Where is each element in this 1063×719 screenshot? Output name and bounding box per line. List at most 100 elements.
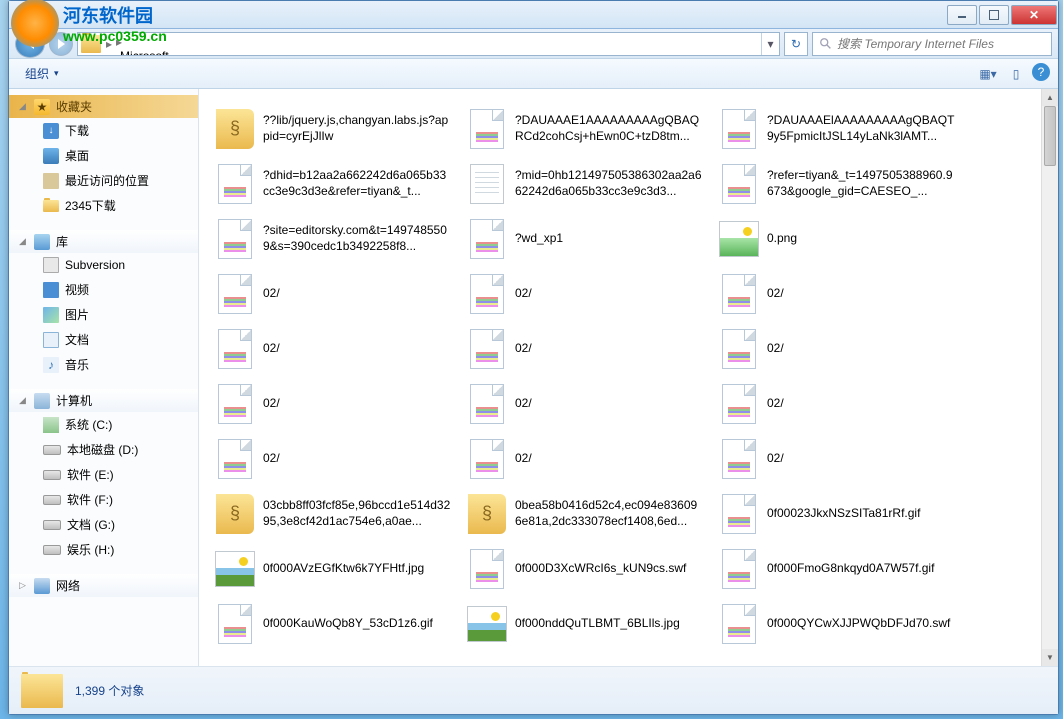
file-item[interactable]: 02/ [207,431,459,486]
sidebar-libraries-header[interactable]: ◢ 库 [9,230,198,253]
organize-button[interactable]: 组织 [17,62,67,85]
scrollbar[interactable]: ▲ ▼ [1041,89,1058,666]
sidebar-item-label: 音乐 [65,356,89,373]
file-item[interactable]: 02/ [711,266,963,321]
scroll-thumb[interactable] [1044,106,1056,166]
toolbar: 组织 ▦▾ ▯ ? [9,59,1058,89]
sidebar-item-label: Subversion [65,258,125,272]
sidebar-item[interactable]: 下载 [9,118,198,143]
chevron-right-icon[interactable]: ▸ [114,35,124,49]
file-thumb [467,109,507,149]
sidebar-item-label: 图片 [65,306,89,323]
file-item[interactable]: ?site=editorsky.com&t=1497485509&s=390ce… [207,211,459,266]
sidebar-item[interactable]: 软件 (F:) [9,487,198,512]
file-item[interactable]: 02/ [207,321,459,376]
chevron-right-icon[interactable]: ▸ [104,37,114,51]
sidebar-item[interactable]: 系统 (C:) [9,412,198,437]
file-item[interactable]: 02/ [711,431,963,486]
sidebar-item[interactable]: 2345下载 [9,193,198,218]
file-item[interactable]: 02/ [711,376,963,431]
sidebar-item[interactable]: 音乐 [9,352,198,377]
sidebar-favorites-header[interactable]: ◢ ★ 收藏夹 [9,95,198,118]
forward-button[interactable] [49,32,73,56]
file-item[interactable]: 0f00023JkxNSzSITa81rRf.gif [711,486,963,541]
file-name: 02/ [515,451,703,467]
file-item[interactable]: 0f000FmoG8nkqyd0A7W57f.gif [711,541,963,596]
sidebar-item-label: 文档 [65,331,89,348]
file-thumb [719,549,759,589]
maximize-button[interactable] [979,5,1009,25]
file-item[interactable]: 03cbb8ff03fcf85e,96bccd1e514d3295,3e8cf4… [207,486,459,541]
file-thumb [719,439,759,479]
sidebar-network-header[interactable]: ▷ 网络 [9,574,198,597]
file-item[interactable]: 0f000nddQuTLBMT_6BLIls.jpg [459,596,711,651]
collapse-icon[interactable]: ◢ [17,395,28,406]
sidebar-item[interactable]: 娱乐 (H:) [9,537,198,562]
breadcrumb-item[interactable]: Local [114,32,263,35]
sidebar-computer-header[interactable]: ◢ 计算机 [9,389,198,412]
file-item[interactable]: 02/ [459,321,711,376]
file-item[interactable]: 02/ [207,266,459,321]
file-name: 02/ [515,341,703,357]
file-item[interactable]: ?wd_xp1 [459,211,711,266]
breadcrumb-item[interactable]: Microsoft [114,49,263,56]
file-name: 0bea58b0416d52c4,ec094e836096e81a,2dc333… [515,498,703,529]
file-item[interactable]: ?dhid=b12aa2a662242d6a065b33cc3e9c3d3e&r… [207,156,459,211]
folder-icon [21,674,63,708]
sidebar-item[interactable]: 最近访问的位置 [9,168,198,193]
file-item[interactable]: 02/ [459,266,711,321]
sidebar-item[interactable]: 桌面 [9,143,198,168]
file-item[interactable]: 0f000KauWoQb8Y_53cD1z6.gif [207,596,459,651]
sidebar: ◢ ★ 收藏夹 下载桌面最近访问的位置2345下载 ◢ 库 Subversion… [9,89,199,666]
file-name: 0f000AVzEGfKtw6k7YFHtf.jpg [263,561,451,577]
file-item[interactable]: 02/ [459,376,711,431]
refresh-button[interactable]: ↻ [784,32,808,56]
sidebar-item-label: 文档 (G:) [67,516,115,533]
sidebar-item[interactable]: 图片 [9,302,198,327]
file-item[interactable]: ?mid=0hb121497505386302aa2a662242d6a065b… [459,156,711,211]
file-item[interactable]: ??lib/jquery.js,changyan.labs.js?appid=c… [207,101,459,156]
sidebar-item[interactable]: Subversion [9,253,198,277]
collapse-icon[interactable]: ◢ [17,101,28,112]
file-thumb [215,109,255,149]
file-item[interactable]: 0f000D3XcWRcI6s_kUN9cs.swf [459,541,711,596]
sidebar-item[interactable]: 软件 (E:) [9,462,198,487]
file-item[interactable]: 0.png [711,211,963,266]
search-input[interactable] [837,37,1045,51]
scroll-up-button[interactable]: ▲ [1042,89,1058,106]
file-item[interactable]: 02/ [207,376,459,431]
file-item[interactable]: ?refer=tiyan&_t=1497505388960.9673&googl… [711,156,963,211]
titlebar[interactable] [9,1,1058,29]
file-name: 0f000nddQuTLBMT_6BLIls.jpg [515,616,703,632]
file-item[interactable]: 0f000QYCwXJJPWQbDFJd70.swf [711,596,963,651]
drive-icon [43,545,61,555]
file-item[interactable]: 02/ [711,321,963,376]
back-button[interactable] [15,30,45,58]
collapse-icon[interactable]: ◢ [17,236,28,247]
file-item[interactable]: 0bea58b0416d52c4,ec094e836096e81a,2dc333… [459,486,711,541]
file-thumb [719,384,759,424]
close-button[interactable] [1011,5,1057,25]
view-options-button[interactable]: ▦▾ [976,63,1000,85]
sidebar-network-label: 网络 [56,577,80,594]
file-name: 02/ [263,396,451,412]
sidebar-item[interactable]: 文档 [9,327,198,352]
file-item[interactable]: 02/ [459,431,711,486]
sidebar-item[interactable]: 文档 (G:) [9,512,198,537]
help-button[interactable]: ? [1032,63,1050,81]
preview-pane-button[interactable]: ▯ [1004,63,1028,85]
search-box[interactable] [812,32,1052,56]
file-name: 02/ [767,451,955,467]
minimize-button[interactable] [947,5,977,25]
breadcrumb-dropdown[interactable] [761,33,779,55]
file-item[interactable]: 0f000AVzEGfKtw6k7YFHtf.jpg [207,541,459,596]
file-pane[interactable]: ??lib/jquery.js,changyan.labs.js?appid=c… [199,89,1058,666]
file-item[interactable]: ?DAUAAAElAAAAAAAAAgQBAQT9y5FpmicItJSL14y… [711,101,963,156]
sidebar-item[interactable]: 本地磁盘 (D:) [9,437,198,462]
scroll-down-button[interactable]: ▼ [1042,649,1058,666]
sidebar-item[interactable]: 视频 [9,277,198,302]
expand-icon[interactable]: ▷ [17,580,28,591]
breadcrumb[interactable]: ▸ Huang▸AppData▸Local▸Microsoft▸Windows▸… [77,32,780,56]
file-item[interactable]: ?DAUAAAE1AAAAAAAAAgQBAQRCd2cohCsj+hEwn0C… [459,101,711,156]
file-name: 02/ [263,341,451,357]
